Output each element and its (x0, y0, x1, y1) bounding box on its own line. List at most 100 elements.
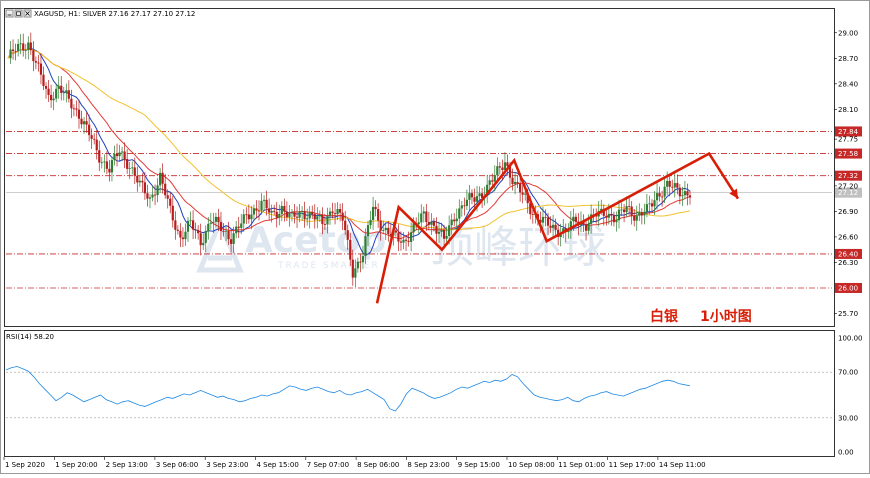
candle-body-259 (663, 186, 666, 197)
candle-body-37 (100, 162, 103, 164)
candle-body-167 (430, 221, 433, 225)
candle-body-33 (90, 135, 93, 139)
candle-body-140 (361, 256, 365, 263)
candle-body-237 (607, 213, 610, 218)
candle-body-170 (437, 231, 441, 234)
time-tick-label-11: 11 Sep 01:00 (558, 461, 605, 469)
candle-body-164 (422, 211, 425, 214)
candle-body-86 (224, 230, 228, 232)
candle-body-98 (255, 208, 258, 211)
candle-body-143 (369, 219, 372, 226)
candle-body-87 (227, 230, 230, 240)
candle-body-14 (42, 74, 45, 87)
candle-body-53 (141, 180, 144, 183)
price-tick-label-8: 26.30 (838, 259, 858, 267)
candle-body-141 (364, 236, 367, 257)
candle-body-243 (622, 209, 626, 213)
candle-body-6 (22, 43, 25, 51)
candle-body-249 (638, 212, 641, 216)
time-tick-label-2: 2 Sep 13:00 (106, 461, 148, 469)
candle-body-23 (65, 90, 68, 93)
candle-body-116 (300, 211, 304, 212)
candle-body-266 (681, 195, 684, 197)
price-tick-label-2: 28.40 (838, 80, 858, 88)
candle-body-74 (194, 229, 197, 231)
candle-body-95 (247, 214, 250, 220)
candle-body-156 (402, 239, 405, 243)
candle-body-236 (605, 215, 608, 218)
candle-body-78 (204, 231, 207, 243)
candle-body-55 (146, 193, 149, 199)
candle-body-180 (463, 205, 466, 207)
candle-body-173 (445, 235, 448, 239)
candle-body-94 (245, 214, 248, 216)
candle-body-202 (519, 183, 522, 193)
candle-body-257 (658, 193, 661, 197)
candle-body-71 (186, 220, 190, 232)
candle-body-26 (72, 108, 76, 110)
current-price-label: 27.12 (838, 189, 858, 197)
candle-body-59 (156, 185, 159, 196)
candle-body-194 (498, 166, 501, 168)
candle-body-83 (217, 216, 220, 223)
candle-body-229 (587, 223, 590, 231)
candle-body-183 (470, 193, 474, 198)
time-tick-label-8: 8 Sep 23:00 (407, 461, 449, 469)
time-tick-label-12: 11 Sep 17:00 (609, 461, 656, 469)
candle-body-122 (316, 216, 319, 220)
candle-body-155 (399, 241, 403, 243)
candle-body-191 (491, 180, 494, 182)
candle-body-213 (546, 217, 550, 226)
candle-body-148 (382, 230, 385, 231)
candle-body-244 (625, 205, 628, 213)
candle-body-176 (453, 219, 456, 222)
candle-body-18 (52, 98, 55, 101)
candle-body-247 (633, 215, 636, 221)
rsi-header: RSI(14) 58.20 (6, 333, 54, 341)
candle-body-69 (181, 237, 185, 240)
candle-body-92 (240, 223, 243, 228)
candle-body-133 (344, 220, 347, 231)
price-tick-label-0: 29.00 (838, 29, 858, 37)
candle-body-181 (465, 199, 468, 206)
candle-body-201 (516, 181, 519, 184)
candle-body-50 (133, 167, 136, 176)
candle-body-44 (118, 152, 121, 157)
candle-body-174 (448, 225, 451, 236)
candle-body-91 (237, 226, 240, 228)
candle-body-4 (17, 43, 20, 52)
candle-body-119 (308, 211, 311, 219)
candle-body-12 (37, 62, 40, 64)
level-label-2: 27.32 (838, 172, 858, 180)
candle-body-265 (678, 187, 681, 197)
candle-body-36 (98, 150, 101, 163)
candle-body-212 (544, 216, 547, 218)
price-tick-label-7: 26.60 (838, 233, 858, 241)
candle-body-34 (93, 138, 96, 140)
price-tick-label-6: 26.90 (838, 208, 858, 216)
candle-body-168 (432, 221, 436, 226)
price-tick-label-1: 28.70 (838, 55, 858, 63)
candle-body-200 (513, 181, 517, 185)
candle-body-269 (688, 195, 692, 198)
candle-body-68 (179, 230, 182, 238)
candle-body-245 (628, 205, 631, 207)
candle-body-118 (306, 218, 309, 220)
minimize-icon[interactable] (5, 9, 14, 18)
candle-body-27 (75, 108, 78, 110)
candle-body-117 (303, 211, 306, 220)
time-tick-label-6: 7 Sep 07:00 (307, 461, 349, 469)
candle-body-104 (270, 210, 273, 213)
time-tick-label-1: 1 Sep 20:00 (55, 461, 97, 469)
candle-body-263 (673, 183, 676, 188)
candle-body-62 (164, 183, 167, 196)
candle-body-45 (120, 151, 124, 153)
candle-body-16 (47, 88, 50, 95)
candle-body-171 (440, 229, 443, 232)
candle-body-192 (493, 175, 496, 182)
restore-icon[interactable] (14, 9, 23, 18)
candle-body-8 (27, 42, 30, 51)
candle-body-255 (653, 200, 656, 207)
candle-body-260 (666, 180, 669, 187)
candle-body-114 (295, 216, 299, 218)
